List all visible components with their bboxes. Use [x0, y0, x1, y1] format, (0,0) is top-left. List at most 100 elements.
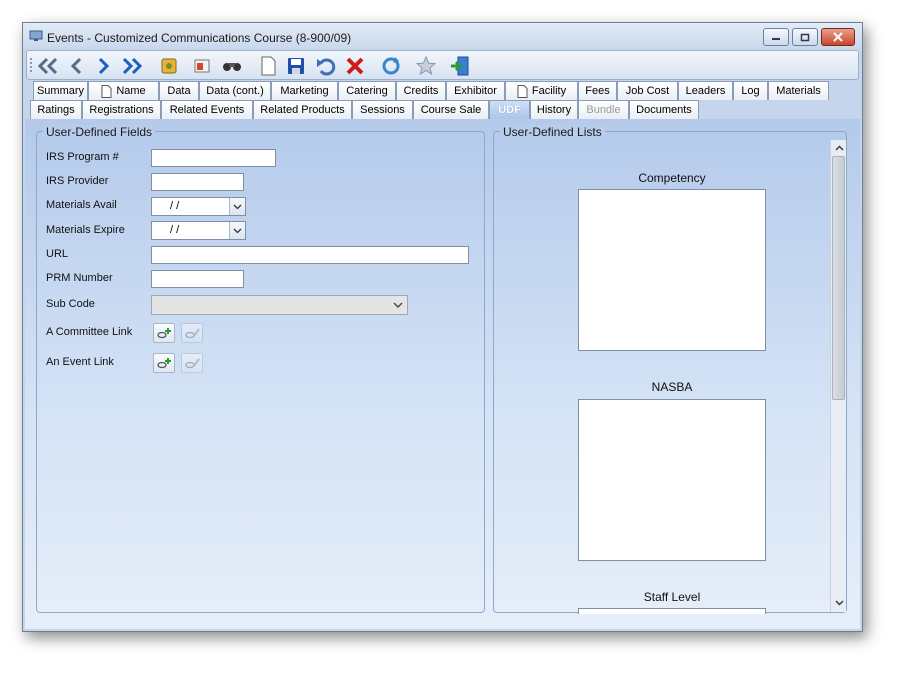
minimize-button[interactable] — [763, 28, 789, 46]
undo-button[interactable] — [314, 54, 338, 78]
staff-level-list[interactable] — [578, 608, 766, 614]
competency-title: Competency — [638, 171, 706, 185]
save-icon — [288, 58, 304, 74]
committee-link-label: A Committee Link — [46, 326, 133, 338]
materials-expire-date[interactable]: / / — [151, 221, 246, 240]
tab-bundle[interactable]: Bundle — [578, 100, 629, 119]
favorite-button[interactable] — [414, 54, 438, 78]
new-document-icon — [261, 56, 276, 76]
url-label: URL — [46, 248, 69, 260]
chevron-up-icon — [835, 145, 843, 151]
materials-avail-dropdown-button[interactable] — [229, 198, 245, 215]
materials-expire-dropdown-button[interactable] — [229, 222, 245, 239]
app-icon — [29, 30, 43, 41]
add-link-icon — [157, 328, 171, 339]
tab-udf[interactable]: UDF — [489, 100, 530, 119]
tab-fees[interactable]: Fees — [578, 81, 617, 100]
lists-scrollbar[interactable] — [830, 140, 846, 612]
materials-expire-label: Materials Expire — [46, 224, 125, 236]
tab-data-cont[interactable]: Data (cont.) — [199, 81, 271, 100]
user-defined-fields-legend: User-Defined Fields — [43, 125, 156, 139]
left-arrow-icon — [70, 57, 82, 75]
tab-leaders[interactable]: Leaders — [678, 81, 733, 100]
preview-button[interactable] — [220, 54, 244, 78]
competency-list[interactable] — [578, 189, 766, 351]
tab-course-sale[interactable]: Course Sale — [413, 100, 489, 119]
right-arrow-icon — [98, 57, 110, 75]
delete-button[interactable] — [343, 54, 367, 78]
tab-facility[interactable]: Facility — [505, 81, 578, 100]
tab-log[interactable]: Log — [733, 81, 768, 100]
committee-link-add-button[interactable] — [153, 323, 175, 343]
refresh-icon — [382, 57, 400, 75]
window-title: Events - Customized Communications Cours… — [47, 31, 352, 45]
nasba-list[interactable] — [578, 399, 766, 561]
tab-data[interactable]: Data — [159, 81, 199, 100]
close-icon — [833, 32, 843, 42]
close-button[interactable] — [821, 28, 855, 46]
url-input[interactable] — [151, 246, 469, 264]
scroll-thumb[interactable] — [832, 156, 845, 400]
tab-name[interactable]: Name — [88, 81, 159, 100]
report-button[interactable] — [190, 54, 214, 78]
materials-avail-date-text: / / — [170, 200, 180, 212]
chevron-down-icon — [393, 302, 403, 308]
tab-summary[interactable]: Summary — [33, 81, 88, 100]
report-icon — [194, 59, 210, 73]
udf-tab-content: User-Defined Fields IRS Program # IRS Pr… — [25, 119, 860, 629]
tab-registrations[interactable]: Registrations — [82, 100, 161, 119]
event-link-edit-button[interactable] — [181, 353, 203, 373]
tab-sessions[interactable]: Sessions — [352, 100, 413, 119]
scroll-up-button[interactable] — [831, 140, 847, 156]
last-record-button[interactable] — [120, 54, 144, 78]
events-window: Events - Customized Communications Cours… — [22, 22, 863, 632]
new-button[interactable] — [256, 54, 280, 78]
tab-exhibitor[interactable]: Exhibitor — [446, 81, 505, 100]
next-record-button[interactable] — [92, 54, 116, 78]
tab-ratings[interactable]: Ratings — [30, 100, 82, 119]
prm-number-input[interactable] — [151, 270, 244, 288]
event-link-add-button[interactable] — [153, 353, 175, 373]
tab-job-cost[interactable]: Job Cost — [617, 81, 678, 100]
save-button[interactable] — [284, 54, 308, 78]
exit-door-icon — [451, 56, 469, 76]
sub-code-label: Sub Code — [46, 298, 95, 310]
event-link-label: An Event Link — [46, 356, 114, 368]
chevron-down-icon — [233, 204, 242, 209]
star-icon — [415, 55, 437, 76]
tab-related-events[interactable]: Related Events — [161, 100, 253, 119]
first-record-button[interactable] — [36, 54, 60, 78]
maximize-button[interactable] — [792, 28, 818, 46]
document-icon — [517, 84, 528, 98]
chevron-down-icon — [835, 600, 843, 606]
toolbar — [26, 50, 859, 80]
lookup-button[interactable] — [157, 54, 181, 78]
tab-marketing[interactable]: Marketing — [271, 81, 338, 100]
materials-avail-date[interactable]: / / — [151, 197, 246, 216]
tab-documents[interactable]: Documents — [629, 100, 699, 119]
double-right-arrow-icon — [122, 57, 143, 75]
tab-catering[interactable]: Catering — [338, 81, 396, 100]
irs-provider-input[interactable] — [151, 173, 244, 191]
tab-related-products[interactable]: Related Products — [253, 100, 352, 119]
add-link-icon — [157, 358, 171, 369]
irs-provider-label: IRS Provider — [46, 175, 109, 187]
double-left-arrow-icon — [37, 57, 58, 75]
sub-code-dropdown-button[interactable] — [391, 298, 405, 312]
committee-link-edit-button[interactable] — [181, 323, 203, 343]
tab-history[interactable]: History — [530, 100, 578, 119]
tabs-row-2: Ratings Registrations Related Events Rel… — [23, 100, 862, 119]
irs-program-input[interactable] — [151, 149, 276, 167]
document-icon — [101, 84, 112, 98]
sub-code-select[interactable] — [151, 295, 408, 315]
refresh-button[interactable] — [379, 54, 403, 78]
exit-button[interactable] — [448, 54, 472, 78]
tab-credits[interactable]: Credits — [396, 81, 446, 100]
previous-record-button[interactable] — [64, 54, 88, 78]
delete-x-icon — [346, 57, 364, 75]
materials-expire-date-text: / / — [170, 224, 180, 236]
scroll-down-button[interactable] — [831, 595, 847, 611]
tab-materials[interactable]: Materials — [768, 81, 829, 100]
edit-link-icon — [185, 358, 200, 369]
irs-program-label: IRS Program # — [46, 151, 119, 163]
